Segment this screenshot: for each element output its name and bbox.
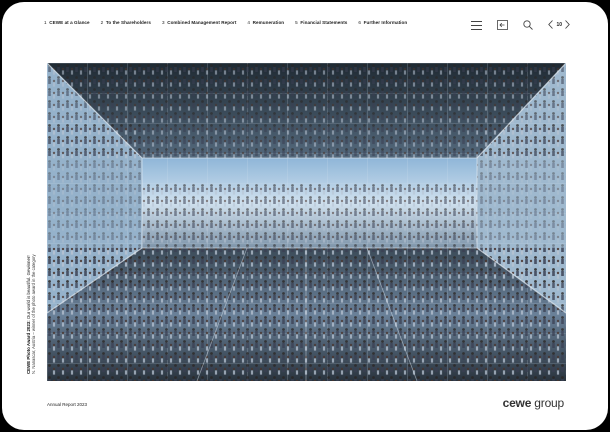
nav-item-combined-management-report[interactable]: 3 Combined Management Report	[162, 20, 236, 25]
nav-item-financial-statements[interactable]: 5 Financial Statements	[295, 20, 347, 25]
page-frame: 1 CEWE at a Glance 2 To the Shareholders…	[2, 2, 608, 430]
search-icon[interactable]	[522, 19, 534, 31]
nav-item-to-the-shareholders[interactable]: 2 To the Shareholders	[101, 20, 151, 25]
nav-item-number: 2	[100, 20, 104, 25]
brand-sub: group	[531, 396, 564, 410]
nav-item-number: 1	[44, 20, 47, 25]
cewe-group-logo[interactable]: cewe group	[502, 396, 565, 410]
hamburger-menu-icon[interactable]	[470, 19, 482, 31]
page-pager: 10	[548, 16, 570, 34]
nav-item-label: To the Shareholders	[105, 20, 151, 25]
report-label: Annual Report 2023	[47, 402, 88, 407]
nav-item-label: Financial Statements	[300, 20, 348, 25]
nav-item-remuneration[interactable]: 4 Remuneration	[247, 20, 284, 25]
nav-item-number: 6	[358, 20, 361, 25]
caption-title: CEWE Photo Award 2023:	[26, 320, 31, 374]
toolbar: 10	[470, 16, 570, 34]
nav-item-number: 4	[247, 20, 251, 25]
nav-item-number: 5	[295, 20, 298, 25]
chapter-navigation: 1 CEWE at a Glance 2 To the Shareholders…	[44, 20, 424, 25]
caption-subtitle: Our world is beautiful. Gewinner!	[26, 255, 31, 321]
nav-item-label: Further Information	[363, 20, 408, 25]
nav-item-further-information[interactable]: 6 Further Information	[358, 20, 407, 25]
nav-item-label: Combined Management Report	[167, 20, 237, 25]
page-number: 10	[556, 22, 562, 28]
photo-caption: CEWE Photo Award 2023: Our world is beau…	[26, 204, 37, 374]
back-to-page-icon[interactable]	[496, 19, 508, 31]
chevron-right-icon[interactable]	[565, 16, 570, 34]
chevron-left-icon[interactable]	[548, 16, 554, 34]
nav-item-label: Remuneration	[252, 20, 285, 25]
nav-item-label: CEWE at a Glance	[49, 20, 90, 25]
mirror-room-photo	[47, 63, 566, 381]
nav-item-number: 3	[161, 20, 165, 25]
nav-item-cewe-at-a-glance[interactable]: 1 CEWE at a Glance	[44, 20, 90, 25]
caption-credit: N. Nanascar, Austria – winner of the pho…	[31, 254, 37, 374]
brand-main: cewe	[502, 396, 532, 410]
